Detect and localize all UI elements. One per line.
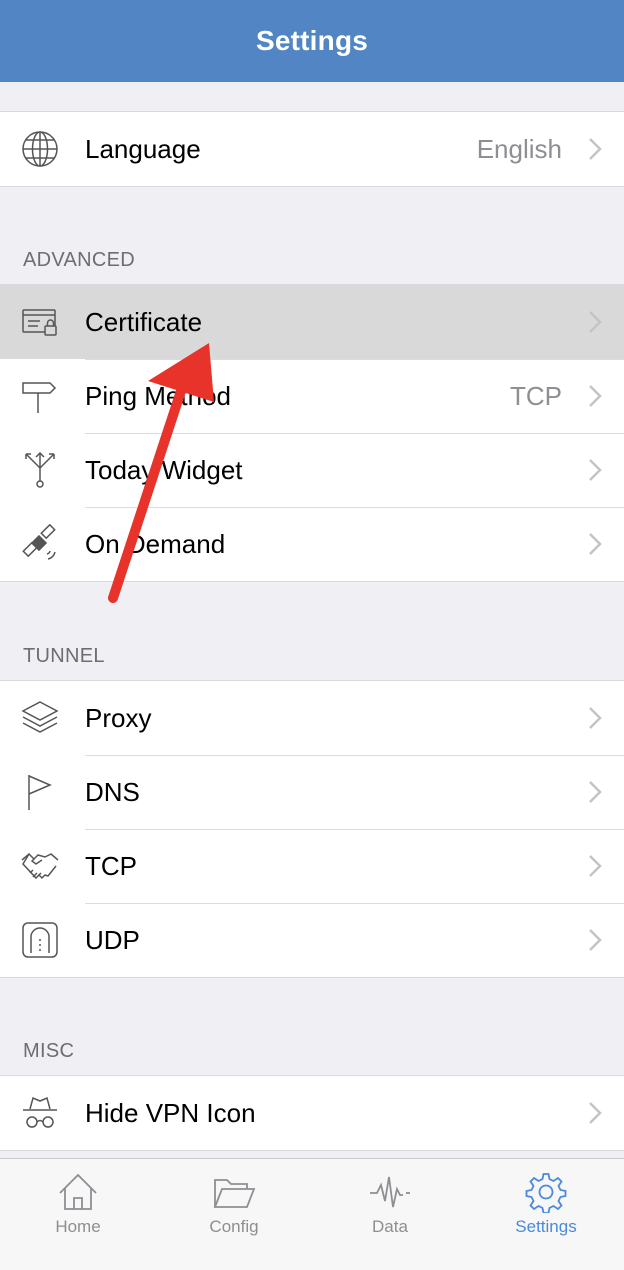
tab-home-label: Home	[55, 1217, 101, 1236]
hide-vpn-icon-label: Hide VPN Icon	[85, 1097, 256, 1128]
tab-config-label: Config	[209, 1217, 259, 1236]
udp-label: UDP	[85, 924, 140, 955]
incognito-icon	[20, 1093, 60, 1133]
hide-vpn-icon-row[interactable]: Hide VPN Icon	[0, 1076, 624, 1150]
tab-home[interactable]: Home	[0, 1159, 156, 1270]
ping-method-value: TCP	[510, 380, 562, 411]
language-label: Language	[85, 133, 201, 164]
chevron-right-icon	[588, 310, 602, 334]
tunnel-group: Proxy DNS TCP UDP	[0, 680, 624, 978]
certificate-label: Certificate	[85, 306, 203, 337]
language-group: Language English	[0, 111, 624, 187]
tunnel-icon	[20, 920, 60, 960]
chevron-right-icon	[588, 780, 602, 804]
on-demand-label: On Demand	[85, 528, 226, 559]
handshake-icon	[20, 846, 60, 886]
tab-settings-label: Settings	[515, 1217, 577, 1236]
section-header-tunnel: TUNNEL	[23, 645, 105, 667]
flag-icon	[20, 772, 60, 812]
dns-label: DNS	[85, 776, 140, 807]
advanced-group: Certificate Ping Method TCP Today Widget	[0, 284, 624, 582]
folder-icon	[212, 1171, 256, 1213]
today-widget-label: Today Widget	[85, 454, 243, 485]
tab-data-label: Data	[372, 1217, 408, 1236]
satellite-icon	[20, 524, 60, 564]
ping-method-label: Ping Method	[85, 380, 231, 411]
chevron-right-icon	[588, 137, 602, 161]
tab-settings[interactable]: Settings	[468, 1159, 624, 1270]
chevron-right-icon	[588, 458, 602, 482]
tab-config[interactable]: Config	[156, 1159, 312, 1270]
pulse-icon	[368, 1171, 412, 1213]
chevron-right-icon	[588, 384, 602, 408]
section-header-advanced: ADVANCED	[23, 249, 136, 271]
gear-icon	[524, 1171, 568, 1214]
globe-icon	[20, 129, 60, 169]
fork-icon	[20, 450, 60, 490]
ping-method-row[interactable]: Ping Method TCP	[0, 359, 624, 433]
tab-bar: Home Config Data Settings	[0, 1158, 624, 1270]
tab-data[interactable]: Data	[312, 1159, 468, 1270]
dns-row[interactable]: DNS	[0, 755, 624, 829]
chevron-right-icon	[588, 706, 602, 730]
navigation-bar: Settings	[0, 0, 624, 82]
section-header-misc: MISC	[23, 1040, 75, 1062]
chevron-right-icon	[588, 532, 602, 556]
certificate-icon	[20, 302, 60, 342]
misc-group: Hide VPN Icon	[0, 1075, 624, 1151]
chevron-right-icon	[588, 1101, 602, 1125]
tcp-label: TCP	[85, 850, 137, 881]
today-widget-row[interactable]: Today Widget	[0, 433, 624, 507]
page-title: Settings	[255, 25, 369, 56]
chevron-right-icon	[588, 928, 602, 952]
certificate-row[interactable]: Certificate	[0, 285, 624, 359]
proxy-label: Proxy	[85, 702, 152, 733]
signpost-icon	[20, 376, 60, 416]
tcp-row[interactable]: TCP	[0, 829, 624, 903]
language-value: English	[476, 133, 562, 164]
proxy-row[interactable]: Proxy	[0, 681, 624, 755]
language-row[interactable]: Language English	[0, 112, 624, 186]
udp-row[interactable]: UDP	[0, 903, 624, 977]
chevron-right-icon	[588, 854, 602, 878]
layers-icon	[20, 698, 60, 738]
on-demand-row[interactable]: On Demand	[0, 507, 624, 581]
home-icon	[56, 1171, 100, 1213]
